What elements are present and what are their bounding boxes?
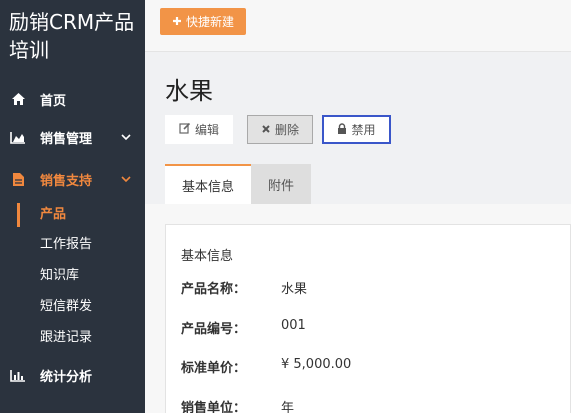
sidebar-item-label: 销售管理 [40, 131, 93, 147]
field-value: 水果 [281, 282, 308, 297]
sidebar-item-statistics[interactable]: 统计分析 [0, 357, 145, 393]
sidebar-item-label: 首页 [40, 93, 67, 109]
chevron-down-icon [121, 131, 131, 146]
plus-icon [172, 15, 182, 29]
edit-button[interactable]: 编辑 [165, 115, 233, 144]
field-label: 产品名称： [181, 282, 247, 297]
tab-attachments[interactable]: 附件 [251, 164, 311, 204]
sidebar-subitem-follow-up[interactable]: 跟进记录 [40, 326, 92, 350]
close-icon [261, 123, 271, 137]
brand-title: 励销CRM产品培训 [9, 10, 135, 62]
disable-label: 禁用 [351, 123, 376, 137]
sidebar-item-home[interactable]: 首页 [0, 81, 145, 117]
field-label: 标准单价： [181, 361, 247, 376]
delete-button[interactable]: 删除 [247, 115, 313, 144]
top-bar: 快捷新建 [145, 0, 571, 52]
bar-chart-icon [10, 367, 26, 383]
field-label: 产品编号： [181, 322, 247, 337]
active-indicator [17, 203, 20, 227]
quick-new-label: 快捷新建 [185, 15, 234, 29]
document-icon [10, 171, 26, 187]
tab-panel: 基本信息 产品名称： 水果 产品编号： 001 标准单价： ¥ 5,000.00… [145, 204, 571, 413]
delete-label: 删除 [274, 123, 299, 137]
tab-basic-info[interactable]: 基本信息 [165, 164, 251, 204]
sidebar-subitem-work-report[interactable]: 工作报告 [40, 233, 92, 257]
detail-tabs: 基本信息 附件 [165, 164, 311, 204]
sidebar-item-label: 销售支持 [40, 173, 93, 189]
sidebar-item-sales-management[interactable]: 销售管理 [0, 119, 145, 155]
sidebar: 励销CRM产品培训 首页 销售管理 销售支持 产品 工作报告 知识库 短信群发 … [0, 0, 145, 413]
info-card: 基本信息 产品名称： 水果 产品编号： 001 标准单价： ¥ 5,000.00… [165, 224, 571, 413]
sidebar-subitem-sms[interactable]: 短信群发 [40, 295, 92, 319]
main-content: 水果 编辑 删除 禁用 基本信息 附件 基本信息 产品名称： 水果 产品编号： … [145, 53, 571, 413]
disable-button[interactable]: 禁用 [322, 115, 391, 144]
sidebar-subitem-knowledge-base[interactable]: 知识库 [40, 264, 79, 288]
field-value: 001 [281, 318, 306, 333]
field-value: ¥ 5,000.00 [281, 357, 352, 372]
home-icon [10, 91, 26, 107]
field-value: 年 [281, 401, 295, 413]
edit-icon [179, 122, 191, 137]
sidebar-item-sales-support[interactable]: 销售支持 [0, 161, 145, 197]
lock-icon [337, 122, 347, 137]
sidebar-item-label: 统计分析 [40, 369, 93, 385]
sidebar-subitem-product[interactable]: 产品 [40, 203, 66, 227]
field-label: 销售单位： [181, 401, 247, 413]
chevron-down-icon [121, 173, 131, 188]
section-title: 基本信息 [181, 249, 234, 264]
quick-new-button[interactable]: 快捷新建 [160, 8, 246, 35]
area-chart-icon [10, 129, 26, 145]
edit-label: 编辑 [194, 123, 219, 137]
page-title: 水果 [165, 77, 213, 105]
